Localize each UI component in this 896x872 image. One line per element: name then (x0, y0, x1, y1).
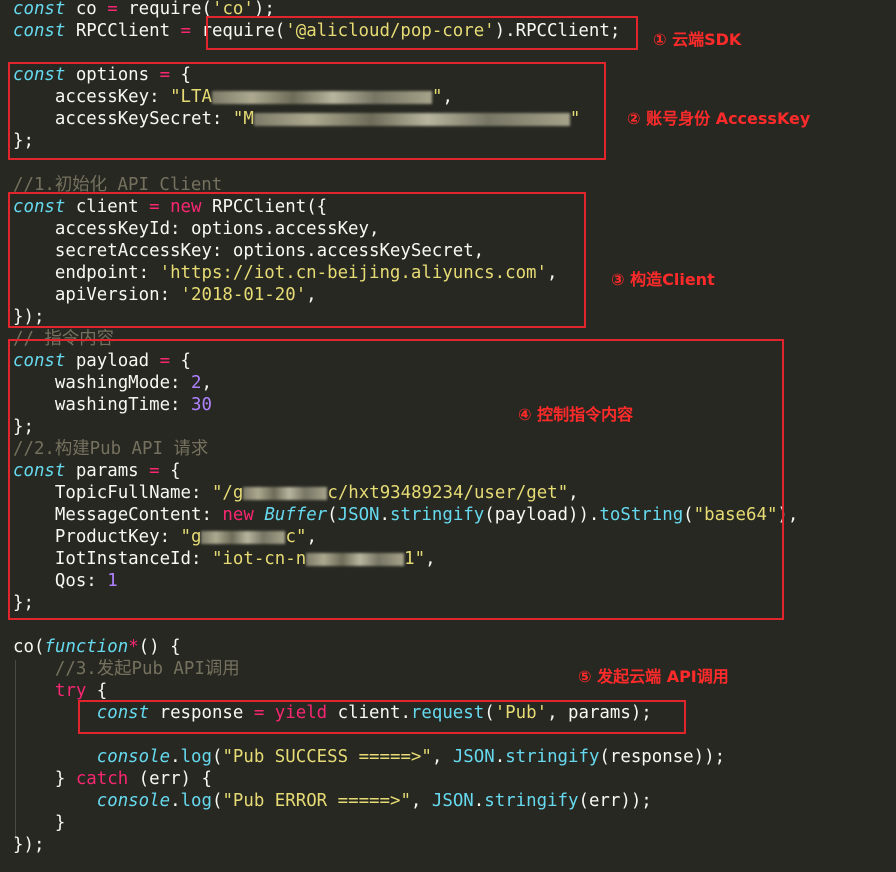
code-line-35: }); (13, 834, 44, 856)
keyword-try: try (54, 681, 87, 701)
code-line-27: co(function*() { (13, 636, 181, 658)
code-text: . (170, 747, 181, 767)
keyword: const (13, 0, 66, 19)
highlight-box-sdk (206, 16, 638, 50)
code-text: . (473, 791, 485, 811)
code-text: ( (211, 791, 223, 811)
code-text: require( (117, 0, 212, 19)
annotation-access-key: ② 账号身份 AccessKey (627, 109, 811, 128)
code-line-28: //3.发起Pub API调用 (13, 658, 240, 680)
method-name: stringify (505, 747, 600, 767)
annotation-command-content: ④ 控制指令内容 (518, 405, 634, 424)
keyword: function (44, 637, 129, 657)
highlight-box-api-call (78, 700, 686, 734)
identifier: RPCClient (65, 21, 181, 41)
code-text: (err)); (578, 791, 652, 811)
method-name: log (180, 747, 212, 767)
builtin-object: console (96, 791, 171, 811)
code-editor[interactable]: const co = require('co'); const RPCClien… (0, 0, 896, 872)
code-text: co( (13, 637, 45, 657)
string-literal: "Pub ERROR =====>" (222, 791, 411, 811)
builtin-object: JSON (431, 791, 474, 811)
keyword-catch: catch (75, 769, 129, 789)
highlight-box-client (8, 192, 586, 328)
method-name: log (180, 791, 212, 811)
code-text: { (86, 681, 108, 701)
operator: * (128, 637, 139, 657)
highlight-box-accesskey (8, 62, 606, 160)
code-line-33: console.log("Pub ERROR =====>", JSON.str… (13, 790, 652, 812)
operator: = (180, 21, 192, 41)
string-literal: "Pub SUCCESS =====>" (222, 747, 432, 767)
code-text: () { (138, 637, 181, 657)
operator: = (107, 0, 118, 19)
code-line-29: try { (13, 680, 107, 702)
code-comment: //3.发起Pub API调用 (13, 659, 240, 679)
identifier: co (65, 0, 108, 19)
code-text: }); (13, 835, 45, 855)
code-text: , (431, 747, 453, 767)
code-line-31: console.log("Pub SUCCESS =====>", JSON.s… (13, 746, 725, 768)
highlight-box-payload (8, 339, 784, 620)
code-line-32: } catch (err) { (13, 768, 212, 790)
code-text: } (13, 769, 76, 789)
code-text: } (13, 813, 66, 833)
keyword: const (13, 21, 66, 41)
annotation-api-call: ⑤ 发起云端 API调用 (578, 667, 729, 686)
code-text: ( (211, 747, 223, 767)
code-text: (response)); (599, 747, 726, 767)
annotation-cloud-sdk: ① 云端SDK (653, 30, 742, 49)
code-text: (err) { (128, 769, 212, 789)
builtin-object: console (96, 747, 171, 767)
method-name: stringify (484, 791, 579, 811)
annotation-construct-client: ③ 构造Client (611, 270, 715, 289)
code-text: , (410, 791, 432, 811)
code-text: . (494, 747, 506, 767)
builtin-object: JSON (452, 747, 495, 767)
code-line-34: } (13, 812, 65, 834)
code-text: . (170, 791, 181, 811)
